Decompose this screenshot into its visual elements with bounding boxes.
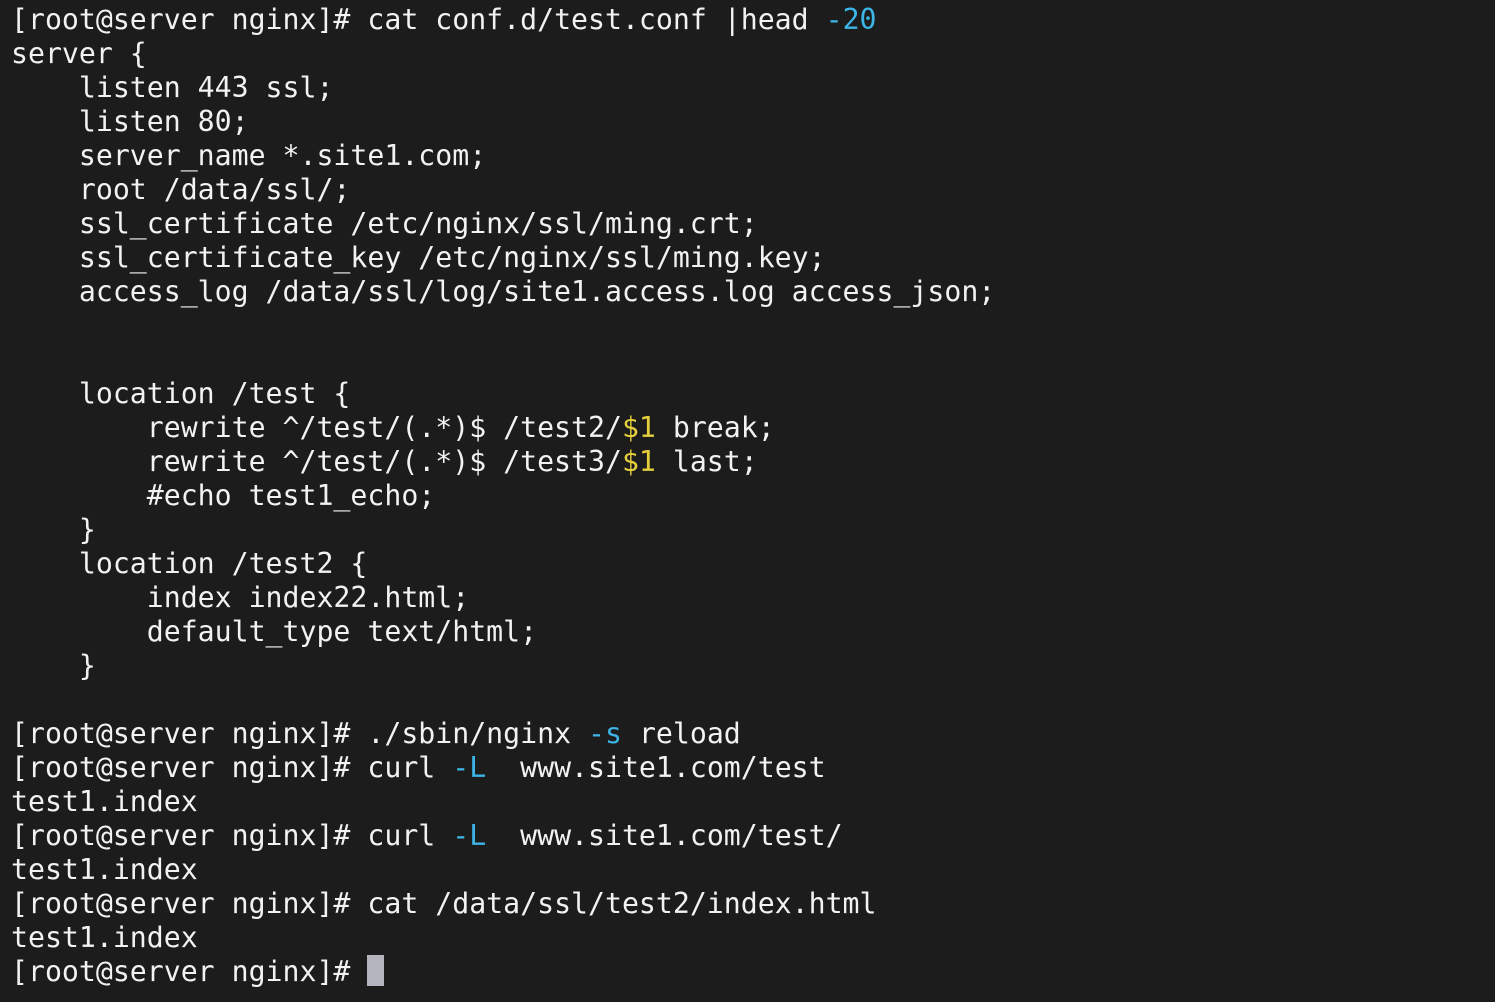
output-line: test1.index bbox=[11, 853, 995, 887]
shell-prompt: [root@server nginx]# bbox=[11, 751, 368, 784]
output-line: location /test2 { bbox=[11, 547, 995, 581]
output-line: index index22.html; bbox=[11, 581, 995, 615]
output-line: test1.index bbox=[11, 785, 995, 819]
text-segment: location /test { bbox=[11, 377, 351, 410]
command-option: -L bbox=[452, 751, 487, 784]
text-segment: last; bbox=[655, 445, 758, 478]
output-line: server_name *.site1.com; bbox=[11, 139, 995, 173]
output-line: access_log /data/ssl/log/site1.access.lo… bbox=[11, 275, 995, 309]
text-segment: default_type text/html; bbox=[11, 615, 538, 648]
text-segment: } bbox=[11, 513, 96, 546]
output-line: rewrite ^/test/(.*)$ /test2/$1 break; bbox=[11, 411, 995, 445]
output-line: } bbox=[11, 513, 995, 547]
output-line: listen 80; bbox=[11, 105, 995, 139]
command-option: -s bbox=[588, 717, 622, 750]
text-segment: access_log /data/ssl/log/site1.access.lo… bbox=[11, 275, 996, 308]
text-segment: curl bbox=[367, 819, 453, 852]
text-segment: listen 80; bbox=[11, 105, 249, 138]
text-segment: rewrite ^/test/(.*)$ /test2/ bbox=[11, 411, 622, 444]
text-segment: server { bbox=[11, 37, 147, 70]
command-option: -L bbox=[452, 819, 487, 852]
output-line: default_type text/html; bbox=[11, 615, 995, 649]
text-segment: www.site1.com/test/ bbox=[486, 819, 843, 852]
shell-prompt: [root@server nginx]# bbox=[11, 887, 368, 920]
command-line: [root@server nginx]# curl -L www.site1.c… bbox=[11, 819, 995, 853]
command-line: [root@server nginx]# bbox=[11, 955, 995, 989]
text-segment: location /test2 { bbox=[11, 547, 368, 580]
command-line: [root@server nginx]# cat /data/ssl/test2… bbox=[11, 887, 995, 921]
output-line: location /test { bbox=[11, 377, 995, 411]
text-segment: test1.index bbox=[11, 853, 198, 886]
terminal-output[interactable]: [root@server nginx]# cat conf.d/test.con… bbox=[11, 3, 995, 989]
output-line: } bbox=[11, 649, 995, 683]
output-line: ssl_certificate_key /etc/nginx/ssl/ming.… bbox=[11, 241, 995, 275]
text-segment: } bbox=[11, 649, 96, 682]
shell-prompt: [root@server nginx]# bbox=[11, 819, 368, 852]
variable-token: $1 bbox=[621, 445, 656, 478]
text-segment: listen 443 ssl; bbox=[11, 71, 334, 104]
shell-prompt: [root@server nginx]# bbox=[11, 955, 368, 988]
text-segment: rewrite ^/test/(.*)$ /test3/ bbox=[11, 445, 622, 478]
text-segment: ssl_certificate_key /etc/nginx/ssl/ming.… bbox=[11, 241, 826, 274]
output-line: #echo test1_echo; bbox=[11, 479, 995, 513]
text-segment: break; bbox=[655, 411, 775, 444]
text-segment: index index22.html; bbox=[11, 581, 470, 614]
text-cursor bbox=[367, 955, 385, 986]
text-segment: cat /data/ssl/test2/index.html bbox=[367, 887, 877, 920]
text-segment: server_name *.site1.com; bbox=[11, 139, 487, 172]
command-line: [root@server nginx]# cat conf.d/test.con… bbox=[11, 3, 995, 37]
output-line: test1.index bbox=[11, 921, 995, 955]
output-line: server { bbox=[11, 37, 995, 71]
output-line: root /data/ssl/; bbox=[11, 173, 995, 207]
text-segment: #echo test1_echo; bbox=[11, 479, 436, 512]
text-segment: root /data/ssl/; bbox=[11, 173, 351, 206]
output-line: rewrite ^/test/(.*)$ /test3/$1 last; bbox=[11, 445, 995, 479]
text-segment: test1.index bbox=[11, 785, 198, 818]
output-line: ssl_certificate /etc/nginx/ssl/ming.crt; bbox=[11, 207, 995, 241]
command-line: [root@server nginx]# ./sbin/nginx -s rel… bbox=[11, 717, 995, 751]
shell-prompt: [root@server nginx]# bbox=[11, 3, 368, 36]
text-segment: www.site1.com/test bbox=[486, 751, 826, 784]
command-line: [root@server nginx]# curl -L www.site1.c… bbox=[11, 751, 995, 785]
text-segment: ./sbin/nginx bbox=[367, 717, 589, 750]
variable-token: $1 bbox=[621, 411, 656, 444]
text-segment: test1.index bbox=[11, 921, 198, 954]
shell-prompt: [root@server nginx]# bbox=[11, 717, 368, 750]
output-line: listen 443 ssl; bbox=[11, 71, 995, 105]
text-segment: reload bbox=[621, 717, 741, 750]
text-segment: cat conf.d/test.conf |head bbox=[367, 3, 826, 36]
command-option: -20 bbox=[825, 3, 877, 36]
text-segment: curl bbox=[367, 751, 453, 784]
text-segment: ssl_certificate /etc/nginx/ssl/ming.crt; bbox=[11, 207, 758, 240]
